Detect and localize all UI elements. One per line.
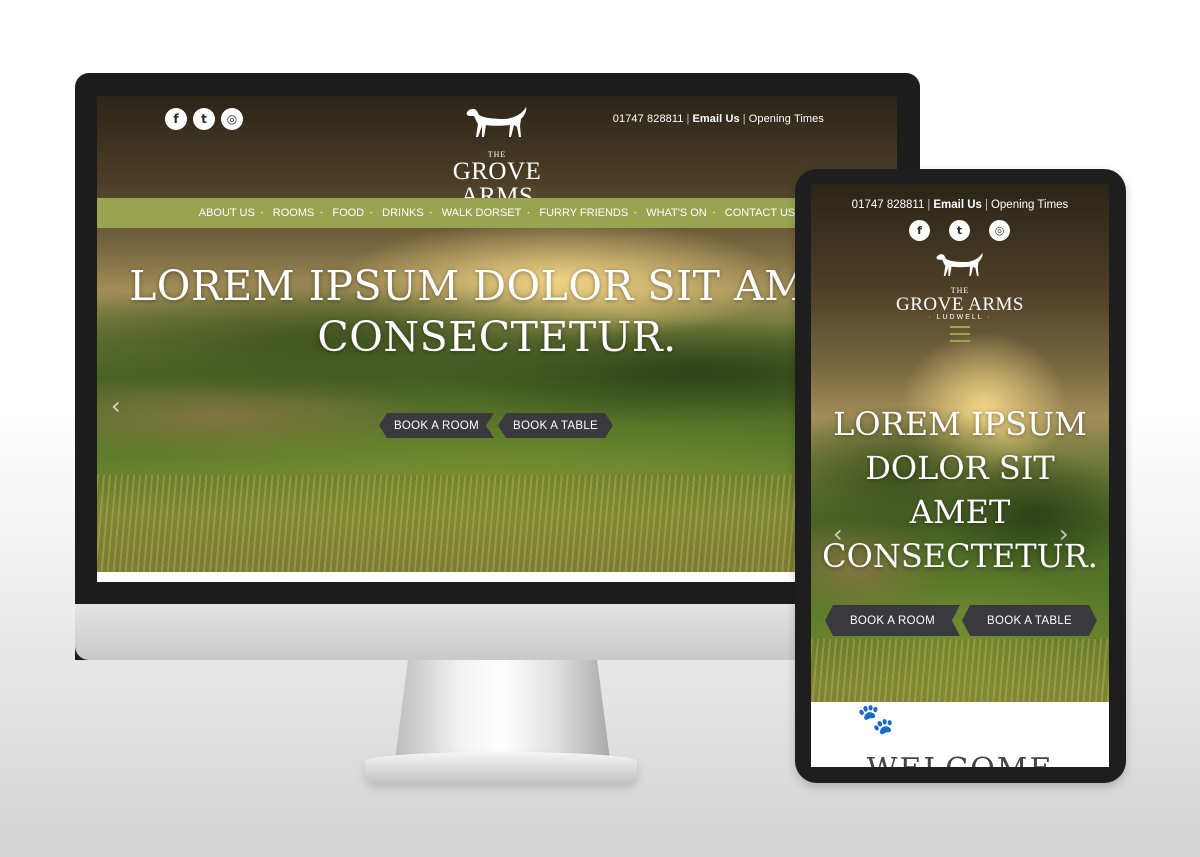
chevron-left-icon[interactable]: ‹	[111, 392, 121, 420]
nav-drinks[interactable]: DRINKS	[370, 207, 433, 221]
desktop-monitor-base	[365, 752, 637, 782]
phone-link[interactable]: 01747 828811	[613, 113, 684, 125]
tablet-book-room-button[interactable]: BOOK A ROOM	[825, 605, 960, 636]
nav-whats-on[interactable]: WHAT'S ON	[634, 207, 716, 221]
twitter-icon[interactable]: t	[949, 220, 970, 241]
dog-logo-icon	[936, 252, 983, 276]
tablet-logo-location: · LUDWELL ·	[928, 314, 992, 321]
tablet-email-us-link[interactable]: Email Us	[933, 199, 982, 211]
welcome-heading: WELCOME	[811, 752, 1109, 767]
desktop-screen: f t ◎ 01747 828811 | Email Us | Opening Time…	[97, 96, 897, 582]
tablet-contact-bar: 01747 828811 | Email Us | Opening Times	[851, 199, 1069, 211]
tablet-opening-times-link[interactable]: Opening Times	[991, 199, 1068, 211]
facebook-icon[interactable]: f	[165, 108, 187, 130]
nav-walk-dorset[interactable]: WALK DORSET	[430, 207, 531, 221]
tablet-hero-line2: DOLOR SIT	[865, 449, 1055, 487]
nav-contact-us[interactable]: CONTACT US	[713, 207, 805, 221]
tablet-social-links: f t ◎	[909, 220, 1010, 241]
desktop-monitor-chin	[75, 604, 920, 660]
nav-furry-friends[interactable]: FURRY FRIENDS	[527, 207, 637, 221]
desktop-monitor-stand	[395, 660, 610, 760]
welcome-section: 🐾 WELCOME	[811, 702, 1109, 767]
nav-rooms[interactable]: ROOMS	[261, 207, 324, 221]
hero-grass	[97, 475, 897, 582]
tablet-phone-link[interactable]: 01747 828811	[852, 199, 925, 211]
tablet-hero-buttons: BOOK A ROOM BOOK A TABLE	[825, 605, 1097, 636]
tablet-book-table-button[interactable]: BOOK A TABLE	[962, 605, 1097, 636]
hamburger-menu-icon[interactable]	[950, 326, 970, 347]
nav-food[interactable]: FOOD	[320, 207, 373, 221]
main-nav: ABOUT US ROOMS FOOD DRINKS WALK DORSET F…	[97, 198, 897, 228]
nav-about-us[interactable]: ABOUT US	[190, 207, 264, 219]
hero-buttons: BOOK A ROOM BOOK A TABLE	[379, 413, 613, 438]
twitter-icon[interactable]: t	[193, 108, 215, 130]
tablet-site-logo[interactable]: THE GROVE ARMS · LUDWELL ·	[885, 252, 1035, 321]
hero-heading-line2: CONSECTETUR.	[317, 313, 677, 361]
social-links: f t ◎	[165, 108, 243, 130]
email-us-link[interactable]: Email Us	[692, 113, 739, 125]
chevron-left-icon[interactable]: ‹	[833, 520, 843, 548]
tablet-hero-heading: LOREM IPSUM DOLOR SIT AMET CONSECTETUR.	[811, 402, 1109, 578]
instagram-icon[interactable]: ◎	[989, 220, 1010, 241]
dog-logo-icon	[466, 107, 527, 137]
facebook-icon[interactable]: f	[909, 220, 930, 241]
book-room-button[interactable]: BOOK A ROOM	[379, 413, 494, 438]
opening-times-link[interactable]: Opening Times	[749, 113, 824, 125]
content-strip	[97, 572, 897, 582]
tablet-logo-name: GROVE ARMS	[896, 294, 1024, 315]
tablet-screen: 01747 828811 | Email Us | Opening Times f t …	[811, 184, 1109, 767]
chevron-right-icon[interactable]: ›	[1059, 520, 1069, 548]
hero-heading-line1: LOREM IPSUM DOLOR SIT AMET	[129, 262, 865, 310]
book-table-button[interactable]: BOOK A TABLE	[498, 413, 613, 438]
tablet-hero-line1: LOREM IPSUM	[833, 405, 1087, 443]
hero-heading: LOREM IPSUM DOLOR SIT AMET CONSECTETUR.	[97, 261, 897, 363]
paw-print-icon: 🐾	[857, 702, 895, 737]
instagram-icon[interactable]: ◎	[221, 108, 243, 130]
contact-bar: 01747 828811 | Email Us | Opening Times	[612, 113, 824, 125]
